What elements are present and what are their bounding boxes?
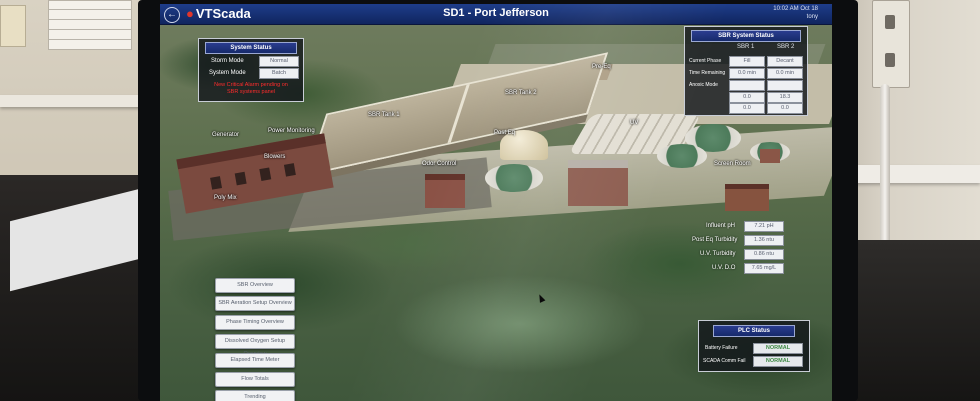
label-sbr-tank-1[interactable]: SBR Tank 1 [368, 112, 400, 118]
window [259, 167, 272, 182]
uv-turbidity-value: 0.86 ntu [744, 249, 784, 260]
monitor-screen: SBR Tank 1 SBR Tank 2 Pre-Eq Generator P… [160, 4, 832, 401]
window [210, 176, 223, 190]
battery-failure-status: NORMAL [753, 343, 803, 354]
label-blowers[interactable]: Blowers [264, 154, 285, 160]
scada-comm-fail-label: SCADA Comm Fail [703, 358, 746, 364]
sbr2-anoxic-mode [767, 80, 803, 91]
nav-elapsed-time-meter[interactable]: Elapsed Time Meter [215, 353, 295, 368]
sbr2-reading-b: 0.0 [767, 103, 803, 114]
influent-ph-value: 7.21 pH [744, 221, 784, 232]
clarifier-3 [657, 144, 707, 168]
sbr1-current-phase: Fill [729, 56, 765, 67]
odor-control-building [425, 174, 465, 208]
window [234, 171, 247, 186]
sbr1-reading-b: 0.0 [729, 103, 765, 114]
battery-failure-label: Battery Failure [705, 345, 738, 351]
small-shed [760, 149, 780, 163]
screen-room-building [725, 184, 769, 211]
label-screen-room[interactable]: Screen Room [714, 161, 751, 167]
alarm-line-2: SBR systems panel [227, 89, 275, 95]
sbr2-column-header: SBR 2 [777, 44, 795, 50]
sbr1-time-remaining: 0.0 min [729, 68, 765, 79]
system-status-title: System Status [205, 42, 297, 54]
label-sbr-tank-2[interactable]: SBR Tank 2 [505, 90, 537, 96]
sbr2-reading-a: 18.3 [767, 92, 803, 103]
wall-note [0, 5, 26, 47]
uv-do-value: 7.65 mg/L [744, 263, 784, 274]
clock-time: 10:02 AM Oct 18 [773, 6, 818, 12]
tank-divider [447, 84, 470, 144]
anoxic-mode-label: Anoxic Mode [689, 82, 718, 88]
clock-area: 10:02 AM Oct 18 tony [773, 5, 818, 21]
label-post-eq[interactable]: Post Eq [494, 130, 515, 136]
critical-alarm-message[interactable]: New Critical Alarm pending on SBR system… [203, 82, 299, 96]
label-power-monitoring[interactable]: Power Monitoring [268, 128, 315, 134]
scada-comm-fail-status: NORMAL [753, 356, 803, 367]
sbr1-column-header: SBR 1 [737, 44, 755, 50]
scada-title-bar: ← ● VTScada SD1 - Port Jefferson 10:02 AM… [160, 4, 832, 25]
alarm-line-1: New Critical Alarm pending on [214, 82, 288, 88]
influent-ph-label: Influent pH [706, 223, 736, 229]
label-pre-eq[interactable]: Pre-Eq [592, 64, 611, 70]
current-phase-label: Current Phase [689, 58, 722, 64]
nav-trending[interactable]: Trending [215, 390, 295, 401]
storm-mode-value: Normal [259, 56, 299, 67]
system-mode-label: System Mode [209, 70, 246, 76]
post-eq-turbidity-value: 1.36 ntu [744, 235, 784, 246]
wall-paper-chart [48, 0, 132, 50]
clock-user: tony [806, 14, 818, 20]
nav-phase-timing[interactable]: Phase Timing Overview [215, 315, 295, 330]
sbr2-current-phase: Decant [767, 56, 803, 67]
nav-dissolved-oxygen-setup[interactable]: Dissolved Oxygen Setup Overview [215, 334, 295, 357]
label-poly-mix[interactable]: Poly Mix [214, 195, 237, 201]
nav-sbr-aeration-setup[interactable]: SBR Aeration Setup Overview [215, 296, 295, 311]
label-odor-control[interactable]: Odor Control [422, 161, 456, 167]
uv-building [568, 160, 628, 206]
plc-status-title: PLC Status [713, 325, 795, 337]
clarifier-1 [485, 164, 543, 192]
sbr-system-status-panel: SBR System Status SBR 1 SBR 2 Current Ph… [684, 26, 808, 116]
sbr2-time-remaining: 0.0 min [767, 68, 803, 79]
wall-trim-right [845, 165, 980, 183]
plc-status-panel: PLC Status Battery Failure NORMAL SCADA … [698, 320, 810, 372]
post-eq-turbidity-label: Post Eq Turbidity [692, 237, 738, 243]
label-uv[interactable]: UV [630, 120, 638, 126]
uv-turbidity-label: U.V. Turbidity [700, 251, 736, 257]
label-generator[interactable]: Generator [212, 132, 239, 138]
power-outlet [872, 0, 910, 88]
system-mode-value: Batch [259, 68, 299, 79]
uv-do-label: U.V. D.O [712, 265, 736, 271]
sbr-status-title: SBR System Status [691, 30, 801, 42]
sbr1-reading-a: 0.0 [729, 92, 765, 103]
nav-sbr-overview[interactable]: SBR Overview [215, 278, 295, 293]
nav-flow-totals[interactable]: Flow Totals [215, 372, 295, 387]
system-status-panel: System Status Storm Mode Normal System M… [198, 38, 304, 102]
time-remaining-label: Time Remaining [689, 70, 726, 76]
sbr1-anoxic-mode [729, 80, 765, 91]
storm-mode-label: Storm Mode [211, 58, 244, 64]
window [283, 163, 296, 177]
page-title: SD1 - Port Jefferson [443, 7, 549, 19]
